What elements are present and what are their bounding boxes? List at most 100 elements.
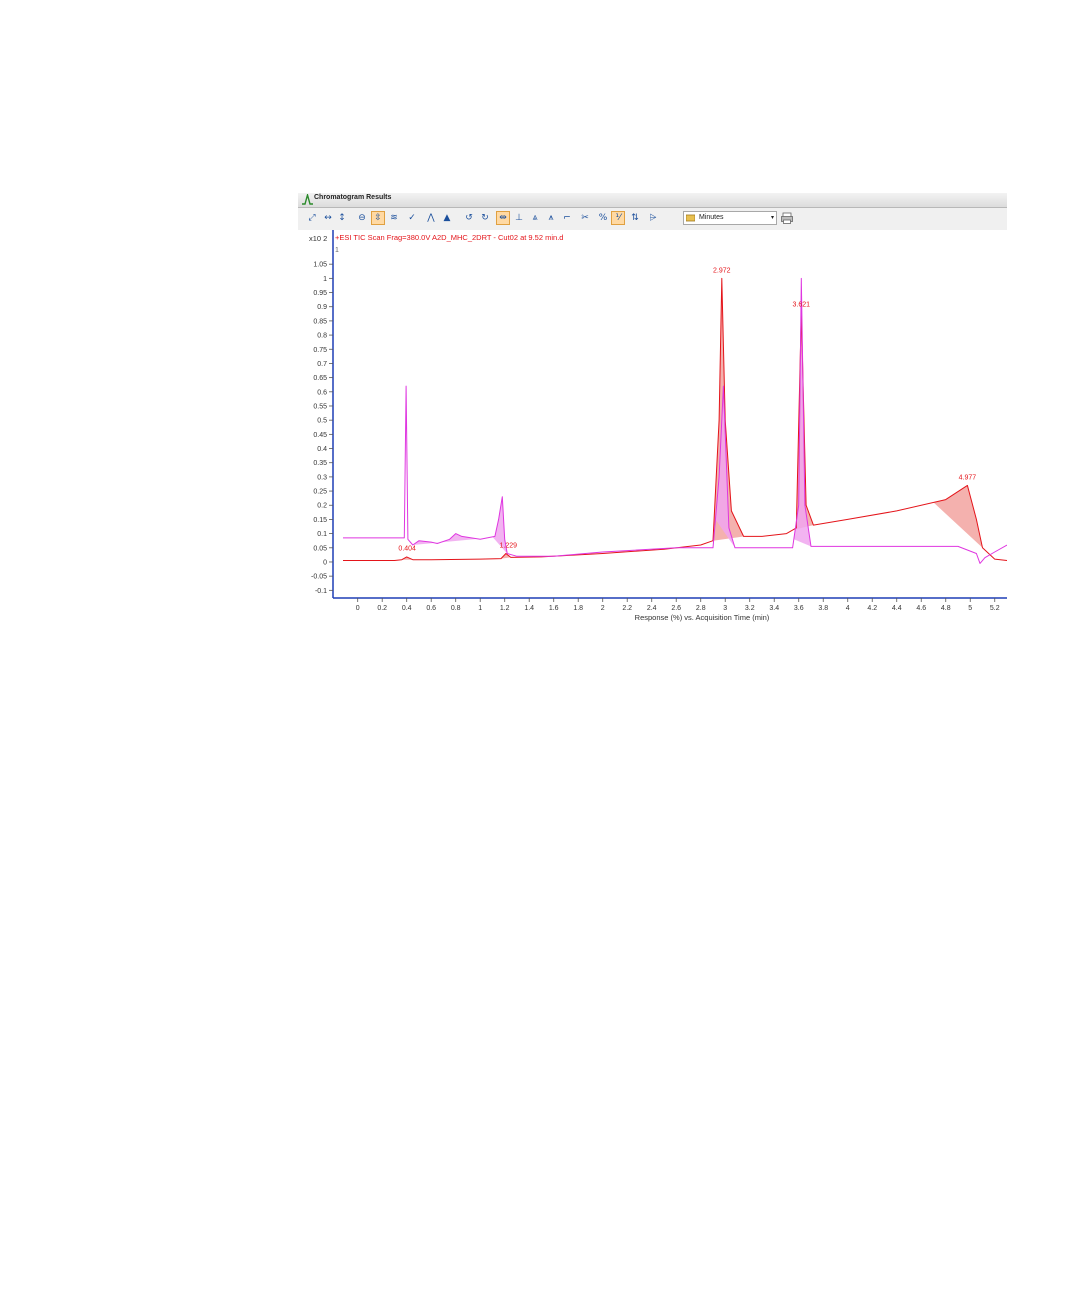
y-tick-label: 1 [323, 276, 327, 283]
y-tick-label: 1.05 [313, 262, 327, 269]
integrate-button[interactable]: ✓ [406, 212, 418, 224]
chromatogram-peak-icon [302, 194, 313, 205]
remove-peaks-button[interactable]: ✂ [579, 212, 591, 224]
y-tick-label: 0.95 [313, 290, 327, 297]
panel-titlebar: Chromatogram Results [298, 193, 1007, 208]
x-tick-label: 2.8 [696, 605, 706, 612]
peak-centroid-button[interactable]: ⩓ [529, 212, 541, 224]
overlay-button[interactable]: ≋ [388, 212, 400, 224]
units-icon [686, 214, 695, 222]
y-tick-label: 0.2 [317, 503, 327, 510]
x-tick-label: 0.4 [402, 605, 412, 612]
autoscale-y-visible-button[interactable]: ⇳ [371, 211, 385, 225]
anchor-icon: ⊥ [515, 213, 523, 223]
peak-list-icon: ⩥ [649, 213, 657, 223]
normalize-button[interactable]: ⅟ [611, 211, 625, 225]
x-tick-label: 1 [478, 605, 482, 612]
y-tick-label: 0.45 [313, 432, 327, 439]
baseline-button[interactable]: ⌐ [561, 212, 573, 224]
zoom-out-button[interactable]: ⊖ [356, 212, 368, 224]
peak-fill-icon: ▲ [443, 213, 451, 223]
y-tick-label: 0.55 [313, 403, 327, 410]
x-tick-label: 1.2 [500, 605, 510, 612]
x-tick-label: 2.2 [622, 605, 632, 612]
y-tick-label: 0.8 [317, 333, 327, 340]
fit-height-icon: ⇳ [374, 213, 382, 223]
x-tick-label: 5 [968, 605, 972, 612]
undo-icon: ↺ [465, 213, 473, 223]
trace-index: 1 [335, 247, 339, 254]
chromatogram-toolbar: ⤢ ↔ ↕ ⊖ ⇳ ≋ ✓ ⋀ ▲ ↺ ↻ ⇹ ⊥ ⩓ ⩚ ⌐ ✂% ⅟ ⇅ ⩥ Minutes ▾ [298, 208, 1007, 231]
y-tick-label: 0.65 [313, 375, 327, 382]
units-select[interactable]: Minutes ▾ [683, 211, 777, 225]
y-tick-label: 0.25 [313, 489, 327, 496]
x-tick-label: 4.2 [867, 605, 877, 612]
peak-label: 3.621 [793, 302, 811, 309]
scale-toggle-button[interactable]: ⇅ [629, 212, 641, 224]
magnifier-icon: ⊖ [358, 213, 366, 223]
x-tick-label: 1.8 [573, 605, 583, 612]
x-tick-label: 2 [601, 605, 605, 612]
y-tick-label: -0.1 [315, 588, 327, 595]
plot-background [298, 230, 1007, 623]
x-tick-label: 0.2 [377, 605, 387, 612]
overlay-traces-icon: ≋ [390, 213, 398, 223]
x-tick-label: 1.4 [524, 605, 534, 612]
y-tick-label: 0.15 [313, 517, 327, 524]
y-tick-label: 0.7 [317, 361, 327, 368]
y-tick-label: 0.1 [317, 531, 327, 538]
peak-split-button[interactable]: ⩚ [545, 212, 557, 224]
redo-button[interactable]: ↻ [479, 212, 491, 224]
x-tick-label: 0.8 [451, 605, 461, 612]
chromatogram-results-panel: Chromatogram Results ⤢ ↔ ↕ ⊖ ⇳ ≋ ✓ ⋀ ▲ ↺ ↻ ⇹ ⊥ ⩓ ⩚ ⌐ ✂% ⅟… [298, 193, 1007, 623]
y-tick-label: 0.5 [317, 418, 327, 425]
x-tick-label: 3.2 [745, 605, 755, 612]
peak-label-button[interactable]: ⋀ [425, 212, 437, 224]
chevron-down-icon: ▾ [770, 215, 774, 221]
x-tick-label: 0.6 [426, 605, 436, 612]
percent-button[interactable]: % [597, 212, 609, 224]
y-tick-label: 0.85 [313, 318, 327, 325]
x-tick-label: 4 [846, 605, 850, 612]
peak-fill-button[interactable]: ▲ [441, 212, 453, 224]
x-tick-label: 2.6 [671, 605, 681, 612]
y-tick-label: 0.9 [317, 304, 327, 311]
peak-split-icon: ⩚ [548, 213, 554, 223]
trace-title: +ESI TIC Scan Frag=380.0V A2D_MHC_2DRT -… [335, 233, 563, 242]
link-x-axis-button[interactable]: ⇹ [496, 211, 510, 225]
y-tick-label: 0.05 [313, 545, 327, 552]
peak-label: 4.977 [959, 475, 977, 482]
y-exponent-label: x10 2 [309, 234, 327, 243]
redo-icon: ↻ [481, 213, 489, 223]
integrate-icon: ✓ [408, 213, 416, 223]
undo-button[interactable]: ↺ [463, 212, 475, 224]
units-select-value: Minutes [699, 214, 724, 221]
diagonal-arrows-icon: ⤢ [308, 213, 316, 223]
chromatogram-plot[interactable]: x10 2 +ESI TIC Scan Frag=380.0V A2D_MHC_… [298, 230, 1007, 623]
baseline-icon: ⌐ [563, 213, 571, 223]
x-tick-label: 3.6 [794, 605, 804, 612]
print-icon[interactable] [781, 212, 793, 224]
autoscale-x-button[interactable]: ↔ [322, 212, 334, 224]
peak-label-icon: ⋀ [427, 213, 435, 223]
panel-title: Chromatogram Results [314, 194, 392, 201]
x-tick-label: 4.6 [916, 605, 926, 612]
peak-list-button[interactable]: ⩥ [647, 212, 659, 224]
peak-centroid-icon: ⩓ [532, 213, 538, 223]
y-tick-label: 0.4 [317, 446, 327, 453]
x-tick-label: 3.4 [769, 605, 779, 612]
peak-label: 1.229 [499, 543, 517, 550]
anchor-button[interactable]: ⊥ [513, 212, 525, 224]
link-x-icon: ⇹ [499, 213, 507, 223]
y-tick-label: 0 [323, 559, 327, 566]
x-tick-label: 3 [723, 605, 727, 612]
x-tick-label: 1.6 [549, 605, 559, 612]
x-tick-label: 2.4 [647, 605, 657, 612]
x-tick-label: 3.8 [818, 605, 828, 612]
y-tick-label: 0.75 [313, 347, 327, 354]
y-tick-label: 0.3 [317, 474, 327, 481]
autoscale-y-button[interactable]: ↕ [336, 212, 348, 224]
x-axis-label: Response (%) vs. Acquisition Time (min) [635, 613, 770, 622]
remove-peaks-icon: ✂ [581, 213, 589, 223]
autoscale-both-button[interactable]: ⤢ [306, 212, 318, 224]
